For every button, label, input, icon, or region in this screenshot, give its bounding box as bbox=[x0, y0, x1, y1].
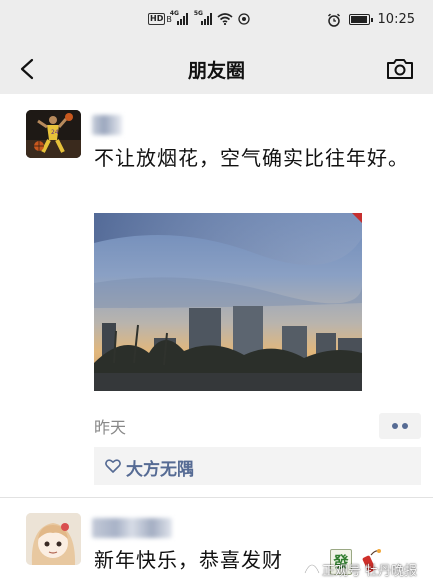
battery-icon bbox=[348, 14, 373, 25]
alarm-icon bbox=[327, 13, 340, 27]
post-text: 不让放烟花，空气确实比往年好。 bbox=[94, 146, 409, 170]
post-time: 昨天 bbox=[94, 418, 127, 437]
heart-icon bbox=[105, 459, 121, 473]
more-icon-dot-2 bbox=[402, 423, 408, 429]
post-photo[interactable] bbox=[94, 213, 362, 391]
shield-icon bbox=[238, 13, 250, 25]
post-divider bbox=[0, 497, 433, 498]
status-right-icons: 10:25 bbox=[327, 12, 415, 27]
more-icon-dot-1 bbox=[392, 423, 398, 429]
status-left-icons: HD B 4G 5G bbox=[148, 10, 250, 25]
signal-2-label: 5G bbox=[193, 10, 203, 17]
status-bar: HD B 4G 5G 10:25 bbox=[0, 0, 433, 44]
wifi-icon bbox=[217, 13, 233, 25]
battery-fill bbox=[350, 16, 367, 23]
watermark-logo-icon bbox=[304, 564, 320, 574]
nav-bar: 朋友圈 bbox=[0, 44, 433, 94]
username-blurred[interactable] bbox=[92, 115, 122, 135]
signal-icon-1: 4G bbox=[170, 10, 188, 25]
more-button[interactable] bbox=[379, 413, 421, 439]
hd-badge: HD bbox=[148, 13, 166, 25]
avatar-basketball-image: 24 bbox=[26, 110, 81, 158]
status-time: 10:25 bbox=[377, 12, 415, 27]
watermark-text: 正观号 牡丹晚报 bbox=[322, 564, 418, 579]
username-blurred[interactable] bbox=[92, 518, 172, 538]
svg-text:24: 24 bbox=[51, 129, 59, 136]
avatar[interactable]: 24 bbox=[26, 110, 81, 158]
camera-icon[interactable] bbox=[385, 56, 415, 82]
likes-panel: 大方无隅 bbox=[94, 447, 421, 485]
page-title: 朋友圈 bbox=[187, 60, 245, 82]
avatar[interactable] bbox=[26, 513, 81, 565]
like-user-link[interactable]: 大方无隅 bbox=[126, 455, 194, 480]
signal-icon-2: 5G bbox=[194, 10, 212, 25]
avatar-anime-girl-image bbox=[26, 513, 81, 565]
city-sunset-image bbox=[94, 213, 362, 391]
signal-1-label: 4G bbox=[169, 10, 179, 17]
